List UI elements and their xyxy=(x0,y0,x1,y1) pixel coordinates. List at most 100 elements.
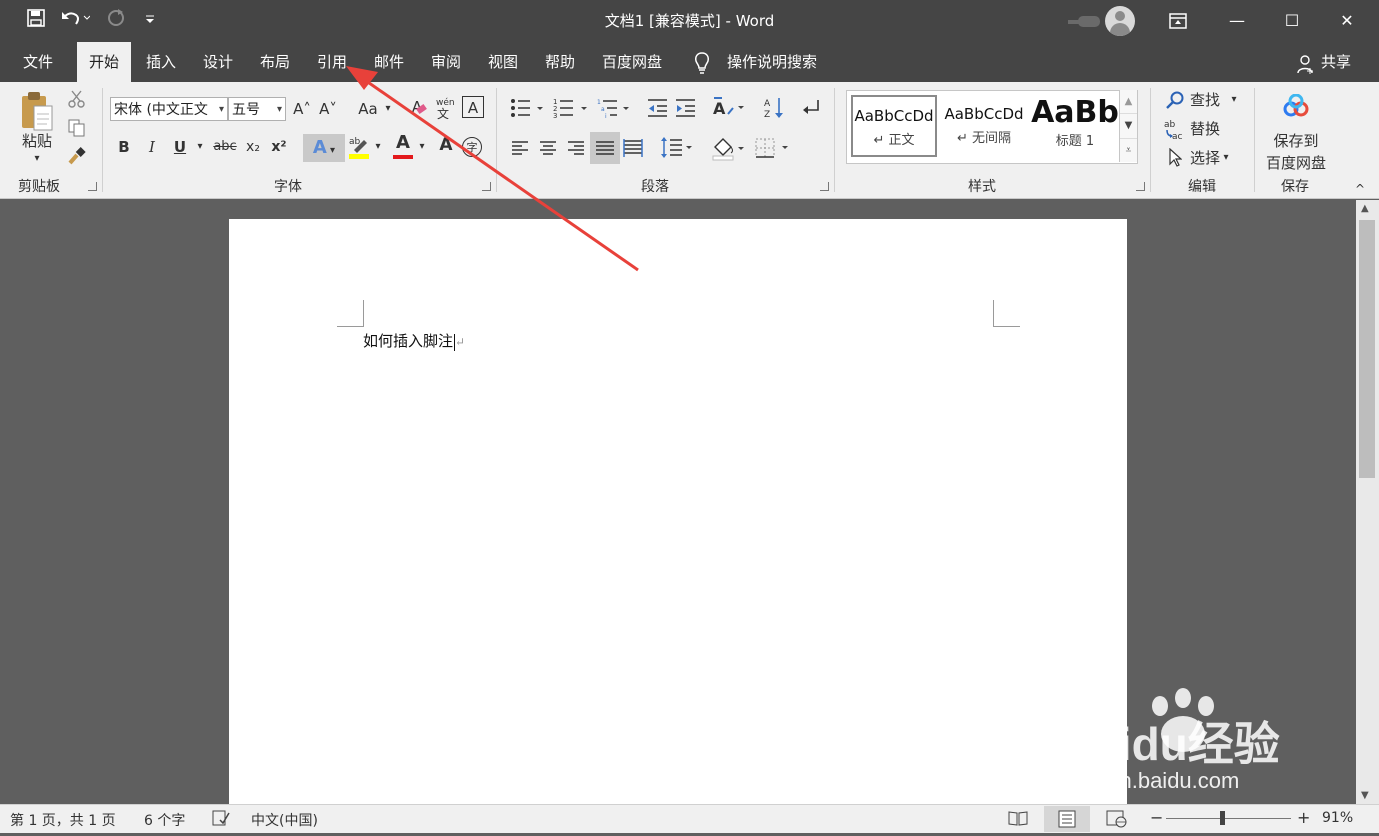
enclose-characters-button[interactable]: 字 xyxy=(462,137,482,157)
clear-formatting-button[interactable]: A xyxy=(406,96,428,118)
replace-button[interactable]: 替换 xyxy=(1188,118,1222,140)
maximize-button[interactable]: ☐ xyxy=(1277,6,1307,36)
paragraph-launcher-icon[interactable] xyxy=(820,182,829,191)
svg-text:ac: ac xyxy=(1172,132,1183,140)
grow-font-button[interactable]: A˄ xyxy=(292,98,312,120)
close-button[interactable]: ✕ xyxy=(1332,6,1362,36)
zoom-out-icon[interactable]: − xyxy=(1150,808,1163,827)
proofing-icon[interactable] xyxy=(212,810,230,830)
find-dropdown-icon[interactable]: ▾ xyxy=(1228,89,1240,111)
justify-icon[interactable] xyxy=(590,132,620,164)
numbering-icon[interactable]: 123 xyxy=(553,98,589,122)
asian-layout-icon[interactable]: A xyxy=(712,96,746,124)
tab-layout[interactable]: 布局 xyxy=(251,42,299,82)
character-border-button[interactable]: A xyxy=(462,96,484,118)
style-no-spacing[interactable]: AaBbCcDd ↵ 无间隔 xyxy=(941,95,1027,157)
decrease-indent-icon[interactable] xyxy=(647,98,669,122)
clipboard-launcher-icon[interactable] xyxy=(88,182,97,191)
highlight-color-button[interactable]: ab xyxy=(348,134,370,166)
font-size-combo[interactable]: 五号 ▾ xyxy=(228,97,286,121)
format-painter-icon[interactable] xyxy=(68,147,86,169)
style-heading-1[interactable]: AaBb 标题 1 xyxy=(1031,95,1119,157)
tab-mailings[interactable]: 邮件 xyxy=(365,42,413,82)
tab-home[interactable]: 开始 xyxy=(77,42,131,82)
zoom-slider-track[interactable] xyxy=(1166,818,1291,819)
tab-file[interactable]: 文件 xyxy=(14,42,62,82)
share-button[interactable]: 共享 xyxy=(1318,42,1354,82)
zoom-slider-thumb[interactable] xyxy=(1220,811,1225,825)
font-color-dropdown-icon[interactable]: ▾ xyxy=(416,136,428,158)
scroll-up-icon[interactable]: ▲ xyxy=(1361,203,1369,214)
borders-icon[interactable] xyxy=(754,137,792,163)
italic-button[interactable]: I xyxy=(142,136,162,158)
align-center-icon[interactable] xyxy=(538,138,558,162)
read-mode-icon[interactable] xyxy=(1008,810,1028,830)
line-spacing-icon[interactable] xyxy=(660,136,694,164)
status-word-count[interactable]: 6 个字 xyxy=(144,810,185,830)
document-page[interactable]: 如何插入脚注 ↵ xyxy=(229,219,1127,809)
strikethrough-button[interactable]: abc xyxy=(210,136,240,158)
scrollbar-thumb[interactable] xyxy=(1359,220,1375,478)
tab-design[interactable]: 设计 xyxy=(194,42,242,82)
tab-baidu-netdisk[interactable]: 百度网盘 xyxy=(596,42,668,82)
copy-icon[interactable] xyxy=(68,119,86,141)
character-shading-button[interactable]: A xyxy=(436,134,456,156)
shading-icon[interactable] xyxy=(711,135,747,165)
select-dropdown-icon[interactable]: ▾ xyxy=(1220,147,1232,169)
align-right-icon[interactable] xyxy=(566,138,586,162)
ribbon-display-options-icon[interactable] xyxy=(1163,6,1193,36)
tab-insert[interactable]: 插入 xyxy=(137,42,185,82)
styles-scroll-up-icon[interactable]: ▲ xyxy=(1120,90,1137,114)
font-launcher-icon[interactable] xyxy=(482,182,491,191)
vertical-scrollbar[interactable]: ▲ ▼ xyxy=(1356,200,1379,804)
phonetic-guide-icon[interactable]: wén 文 xyxy=(434,96,456,124)
status-language[interactable]: 中文(中国) xyxy=(251,810,318,830)
font-color-button[interactable]: A xyxy=(392,132,414,160)
zoom-in-icon[interactable]: + xyxy=(1297,808,1310,827)
change-case-button[interactable]: Aa xyxy=(354,98,382,120)
tab-help[interactable]: 帮助 xyxy=(536,42,584,82)
increase-indent-icon[interactable] xyxy=(675,98,697,122)
underline-dropdown-icon[interactable]: ▾ xyxy=(194,136,206,158)
subscript-button[interactable]: x₂ xyxy=(242,136,264,158)
bold-button[interactable]: B xyxy=(114,136,134,158)
tell-me-search[interactable]: 操作说明搜索 xyxy=(720,42,824,82)
styles-launcher-icon[interactable] xyxy=(1136,182,1145,191)
save-to-netdisk-button[interactable]: 保存到 百度网盘 xyxy=(1262,130,1330,174)
style-normal[interactable]: AaBbCcDd ↵ 正文 xyxy=(851,95,937,157)
chevron-down-icon: ▾ xyxy=(276,104,282,115)
highlight-dropdown-icon[interactable]: ▾ xyxy=(372,136,384,158)
superscript-button[interactable]: x² xyxy=(268,136,290,158)
change-case-dropdown-icon[interactable]: ▾ xyxy=(382,98,394,120)
document-body-text[interactable]: 如何插入脚注 ↵ xyxy=(363,330,465,351)
tab-references[interactable]: 引用 xyxy=(308,42,356,82)
text-effects-button[interactable]: A ▾ xyxy=(303,134,345,162)
find-button[interactable]: 查找 xyxy=(1188,89,1222,111)
minimize-button[interactable]: — xyxy=(1222,6,1252,36)
tab-review[interactable]: 审阅 xyxy=(422,42,470,82)
bullets-icon[interactable] xyxy=(510,98,544,122)
align-left-icon[interactable] xyxy=(510,138,530,162)
web-layout-icon[interactable] xyxy=(1106,810,1128,832)
sort-icon[interactable]: AZ xyxy=(764,96,786,124)
style-normal-name: ↵ 正文 xyxy=(873,133,915,148)
status-page-count[interactable]: 第 1 页，共 1 页 xyxy=(10,810,116,830)
distributed-icon[interactable] xyxy=(622,138,644,162)
multilevel-list-icon[interactable]: 1ai xyxy=(597,98,631,122)
print-layout-icon[interactable] xyxy=(1044,806,1090,832)
paste-dropdown-icon[interactable]: ▾ xyxy=(12,148,62,170)
underline-button[interactable]: U xyxy=(170,136,190,158)
cut-icon[interactable] xyxy=(68,90,86,112)
account-avatar[interactable] xyxy=(1105,6,1135,36)
show-paragraph-marks-icon[interactable] xyxy=(800,98,822,122)
collapse-ribbon-icon[interactable]: ^ xyxy=(1350,178,1370,200)
status-zoom-level[interactable]: 91% xyxy=(1322,810,1353,826)
shrink-font-button[interactable]: A˅ xyxy=(318,98,338,120)
group-divider xyxy=(102,88,103,192)
styles-more-icon[interactable]: ⩡ xyxy=(1120,139,1137,163)
styles-scroll-down-icon[interactable]: ▼ xyxy=(1120,114,1137,139)
font-name-combo[interactable]: 宋体 (中文正文 ▾ xyxy=(110,97,228,121)
select-button[interactable]: 选择 xyxy=(1188,147,1222,169)
tab-view[interactable]: 视图 xyxy=(479,42,527,82)
scroll-down-icon[interactable]: ▼ xyxy=(1361,790,1369,801)
